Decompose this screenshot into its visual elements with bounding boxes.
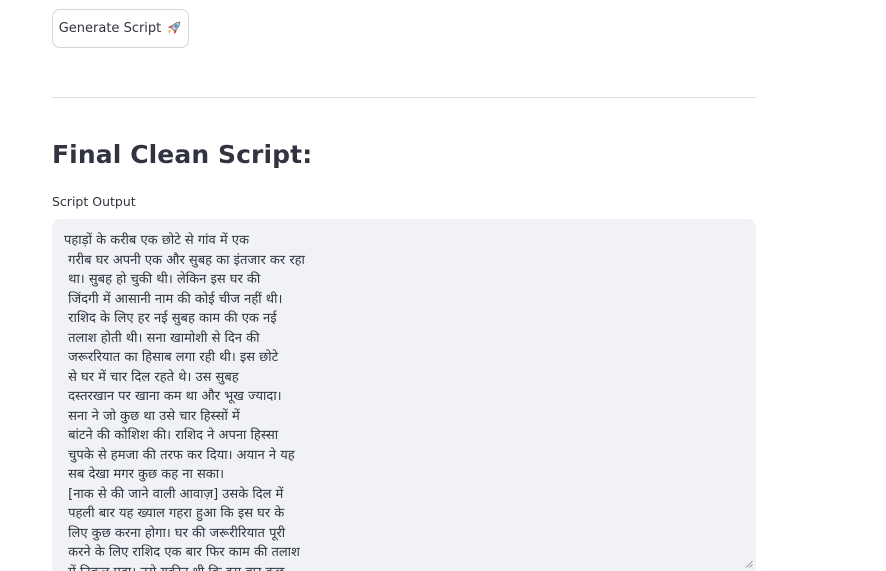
rocket-icon — [167, 21, 181, 35]
script-output-line: जरूररियात का हिसाब लगा रही थी। इस छोटे — [64, 350, 279, 365]
script-output-line: सना ने जो कुछ था उसे चार हिस्सों में — [64, 408, 240, 424]
script-output-line: से घर में चार दिल रहते थे। उस सुबह — [64, 369, 239, 385]
script-output-line: गरीब घर अपनी एक और सुबह का इंतजार कर रहा — [64, 252, 305, 268]
script-output-line: पहली बार यह ख्याल गहरा हुआ कि इस घर के — [64, 506, 285, 521]
section-title: Final Clean Script: — [52, 140, 313, 169]
script-output-line: जिंदगी में आसानी नाम की कोई चीज नहीं थी। — [64, 291, 283, 307]
script-output-line: करने के लिए राशिद एक बार फिर काम की तलाश — [64, 545, 300, 560]
script-output-text: पहाड़ों के करीब एक छोटे से गांव में एक ग… — [64, 231, 744, 571]
script-output-textarea[interactable]: पहाड़ों के करीब एक छोटे से गांव में एक ग… — [52, 219, 756, 571]
resize-handle-icon[interactable] — [745, 560, 753, 568]
page: Generate Script Final Clean Script: Scri… — [0, 0, 886, 571]
script-output-line: पहाड़ों के करीब एक छोटे से गांव में एक — [64, 233, 249, 248]
script-output-line: था। सुबह हो चुकी थी। लेकिन इस घर की — [64, 272, 261, 287]
script-output-line: सब देखा मगर कुछ कह ना सका। — [64, 467, 225, 482]
script-output-line: [नाक से की जाने वाली आवाज़] उसके दिल में — [64, 486, 284, 502]
generate-script-button[interactable]: Generate Script — [52, 9, 189, 48]
script-output-line: चुपके से हमजा की तरफ कर दिया। अयान ने यह — [64, 447, 295, 463]
script-output-label: Script Output — [52, 194, 136, 209]
script-output-line: में निकल पड़ा। उसे यकीन थी कि इस बार कुछ — [64, 563, 744, 571]
script-output-line: बांटने की कोशिश की। राशिद ने अपना हिस्सा — [64, 428, 279, 443]
script-output-line: लिए कुछ करना होगा। घर की जरूरीरियात पूरी — [64, 525, 286, 541]
script-output-line: तलाश होती थी। सना खामोशी से दिन की — [64, 330, 260, 346]
script-output-line: राशिद के लिए हर नई सुबह काम की एक नई — [64, 311, 277, 326]
section-divider — [52, 97, 756, 98]
generate-script-label: Generate Script — [58, 21, 162, 36]
script-output-line: दस्तरखान पर खाना कम था और भूख ज्यादा। — [64, 389, 282, 404]
